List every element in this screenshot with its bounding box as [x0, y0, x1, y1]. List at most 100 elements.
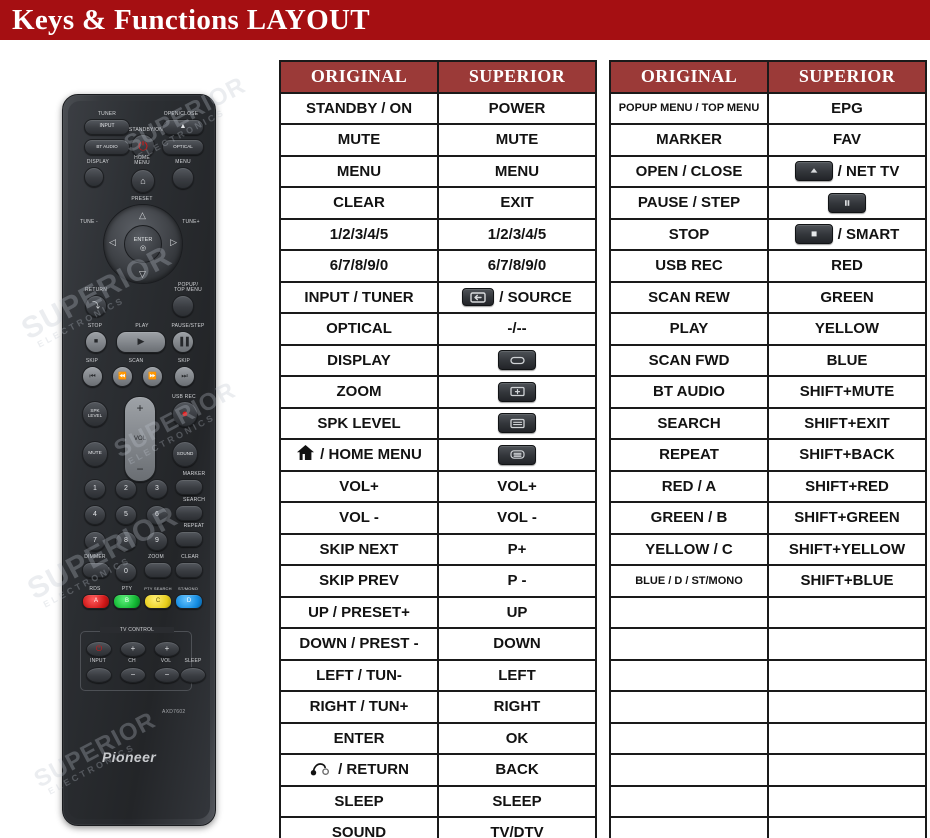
- cell-text: OPEN / CLOSE: [635, 162, 743, 180]
- cell-superior: [767, 627, 927, 661]
- remote-button-repeat[interactable]: [175, 531, 203, 547]
- table-row: OPTICAL -/--: [279, 312, 597, 346]
- cell-original: INPUT / TUNER: [279, 280, 439, 314]
- table-header-row: ORIGINAL SUPERIOR: [609, 60, 927, 94]
- table-row: PLAY YELLOW: [609, 312, 927, 346]
- remote-button-display[interactable]: [84, 167, 104, 187]
- remote-button-9[interactable]: 9: [146, 531, 168, 551]
- remote-button-tv-vol-up[interactable]: +: [154, 641, 180, 657]
- remote-button-scan-rew[interactable]: ⏪: [112, 366, 133, 387]
- remote-button-2[interactable]: 2: [115, 479, 137, 499]
- cell-superior: MUTE: [437, 123, 597, 157]
- remote-button-popup-top-menu[interactable]: [172, 295, 194, 317]
- cell-original: ZOOM: [279, 375, 439, 409]
- remote-button-color-d[interactable]: D: [175, 594, 203, 609]
- volume-down-icon[interactable]: −: [136, 463, 143, 476]
- cell-original: SPK LEVEL: [279, 406, 439, 440]
- remote-button-pause-step[interactable]: ▐▐: [172, 331, 194, 353]
- remote-button-usb-rec[interactable]: ●: [172, 401, 198, 427]
- table-row: GREEN / B SHIFT+GREEN: [609, 501, 927, 535]
- remote-button-tv-vol-down[interactable]: −: [154, 667, 180, 683]
- dpad-down-icon[interactable]: ▽: [139, 269, 146, 280]
- cell-superior: POWER: [437, 91, 597, 125]
- remote-button-4[interactable]: 4: [84, 505, 106, 525]
- remote-button-color-b[interactable]: B: [113, 594, 141, 609]
- remote-button-dimmer[interactable]: [82, 562, 110, 578]
- dpad-left-icon[interactable]: ◁: [109, 237, 116, 248]
- remote-button-tv-ch-up[interactable]: +: [120, 641, 146, 657]
- remote-button-menu[interactable]: [172, 167, 194, 189]
- remote-button-tv-ch-down[interactable]: −: [120, 667, 146, 683]
- cell-text: POWER: [488, 99, 546, 117]
- cell-text: LEFT / TUN-: [316, 666, 402, 684]
- remote-button-play[interactable]: ▶: [116, 331, 166, 353]
- remote-label-tune-plus: TUNE+: [182, 219, 200, 225]
- cell-superior: [437, 438, 597, 472]
- remote-button-5[interactable]: 5: [115, 505, 137, 525]
- remote-button-return[interactable]: ⤵: [85, 295, 107, 317]
- cell-original: BLUE / D / ST/MONO: [609, 564, 769, 598]
- remote-button-skip-prev[interactable]: ⏮: [82, 366, 103, 387]
- cell-superior: SHIFT+RED: [767, 469, 927, 503]
- cell-superior: BLUE: [767, 343, 927, 377]
- cell-text: FAV: [832, 131, 862, 149]
- cell-text: / SMART: [837, 225, 900, 243]
- remote-button-bt-audio[interactable]: BT AUDIO: [84, 139, 130, 155]
- remote-brand-logo: Pioneer: [102, 749, 157, 765]
- remote-button-color-a[interactable]: A: [82, 594, 110, 609]
- remote-button-0[interactable]: 0: [115, 562, 137, 582]
- remote-button-home-menu[interactable]: ⌂: [131, 169, 155, 193]
- table-body: STANDBY / ON POWER MUTE MUTE MENU MENU CLEAR EX…: [279, 91, 597, 838]
- remote-model-number: AXD7602: [162, 709, 186, 715]
- keys-table-left: ORIGINAL SUPERIOR STANDBY / ON POWER MUTE M…: [279, 60, 597, 838]
- remote-label-play: PLAY: [135, 323, 149, 329]
- page-title: Keys & Functions LAYOUT: [12, 3, 370, 36]
- dpad-right-icon[interactable]: ▷: [170, 237, 177, 248]
- remote-button-tv-power[interactable]: ⏻: [86, 641, 112, 657]
- remote-button-scan-fwd[interactable]: ⏩: [142, 366, 163, 387]
- pause-key-icon: [828, 192, 866, 213]
- remote-button-color-c[interactable]: C: [144, 594, 172, 609]
- remote-button-sound[interactable]: SOUND: [172, 441, 198, 467]
- cell-text: 1/2/3/4/5: [487, 225, 547, 243]
- remote-button-clear[interactable]: [175, 562, 203, 578]
- table-row: STOP / SMART: [609, 217, 927, 251]
- remote-button-marker[interactable]: [175, 479, 203, 495]
- cell-original: [609, 816, 769, 838]
- remote-button-sleep[interactable]: [180, 667, 206, 683]
- remote-label-tune-minus: TUNE -: [80, 219, 98, 225]
- remote-button-enter[interactable]: ENTER ◎: [124, 225, 162, 263]
- remote-button-8[interactable]: 8: [115, 531, 137, 551]
- remote-label-home-menu: HOME MENU: [134, 155, 150, 167]
- cell-original: 1/2/3/4/5: [279, 217, 439, 251]
- remote-button-3[interactable]: 3: [146, 479, 168, 499]
- remote-button-zoom[interactable]: [144, 562, 172, 578]
- table-row: [609, 658, 927, 692]
- remote-button-open-close[interactable]: ▲: [162, 119, 204, 135]
- remote-button-skip-next[interactable]: ⏭: [174, 366, 195, 387]
- remote-button-search[interactable]: [175, 505, 203, 521]
- volume-up-icon[interactable]: +: [136, 402, 143, 415]
- remote-button-volume-rocker[interactable]: + VOL −: [124, 396, 156, 482]
- remote-button-mute[interactable]: MUTE: [82, 441, 108, 467]
- dpad-up-icon[interactable]: △: [139, 210, 146, 221]
- cell-text: ENTER: [333, 729, 385, 747]
- remote-button-6[interactable]: 6: [146, 505, 168, 525]
- cell-superior: FAV: [767, 123, 927, 157]
- table-row: SPK LEVEL: [279, 406, 597, 440]
- remote-button-optical[interactable]: OPTICAL: [162, 139, 204, 155]
- cell-superior: SHIFT+YELLOW: [767, 532, 927, 566]
- remote-button-spk-level[interactable]: SPK LEVEL: [82, 401, 108, 427]
- remote-label-usb-rec: USB REC: [172, 394, 196, 400]
- cell-superior: [767, 658, 927, 692]
- remote-button-tv-input[interactable]: [86, 667, 112, 683]
- remote-button-1[interactable]: 1: [84, 479, 106, 499]
- table-row: REPEAT SHIFT+BACK: [609, 438, 927, 472]
- tv-power-icon: ⏻: [95, 644, 103, 653]
- remote-button-stop[interactable]: ■: [85, 331, 107, 353]
- remote-button-7[interactable]: 7: [84, 531, 106, 551]
- cell-text: REPEAT: [659, 446, 719, 464]
- eject-key-icon: [794, 161, 833, 182]
- remote-label-pty: PTY: [121, 586, 133, 592]
- cell-text: EPG: [831, 99, 863, 117]
